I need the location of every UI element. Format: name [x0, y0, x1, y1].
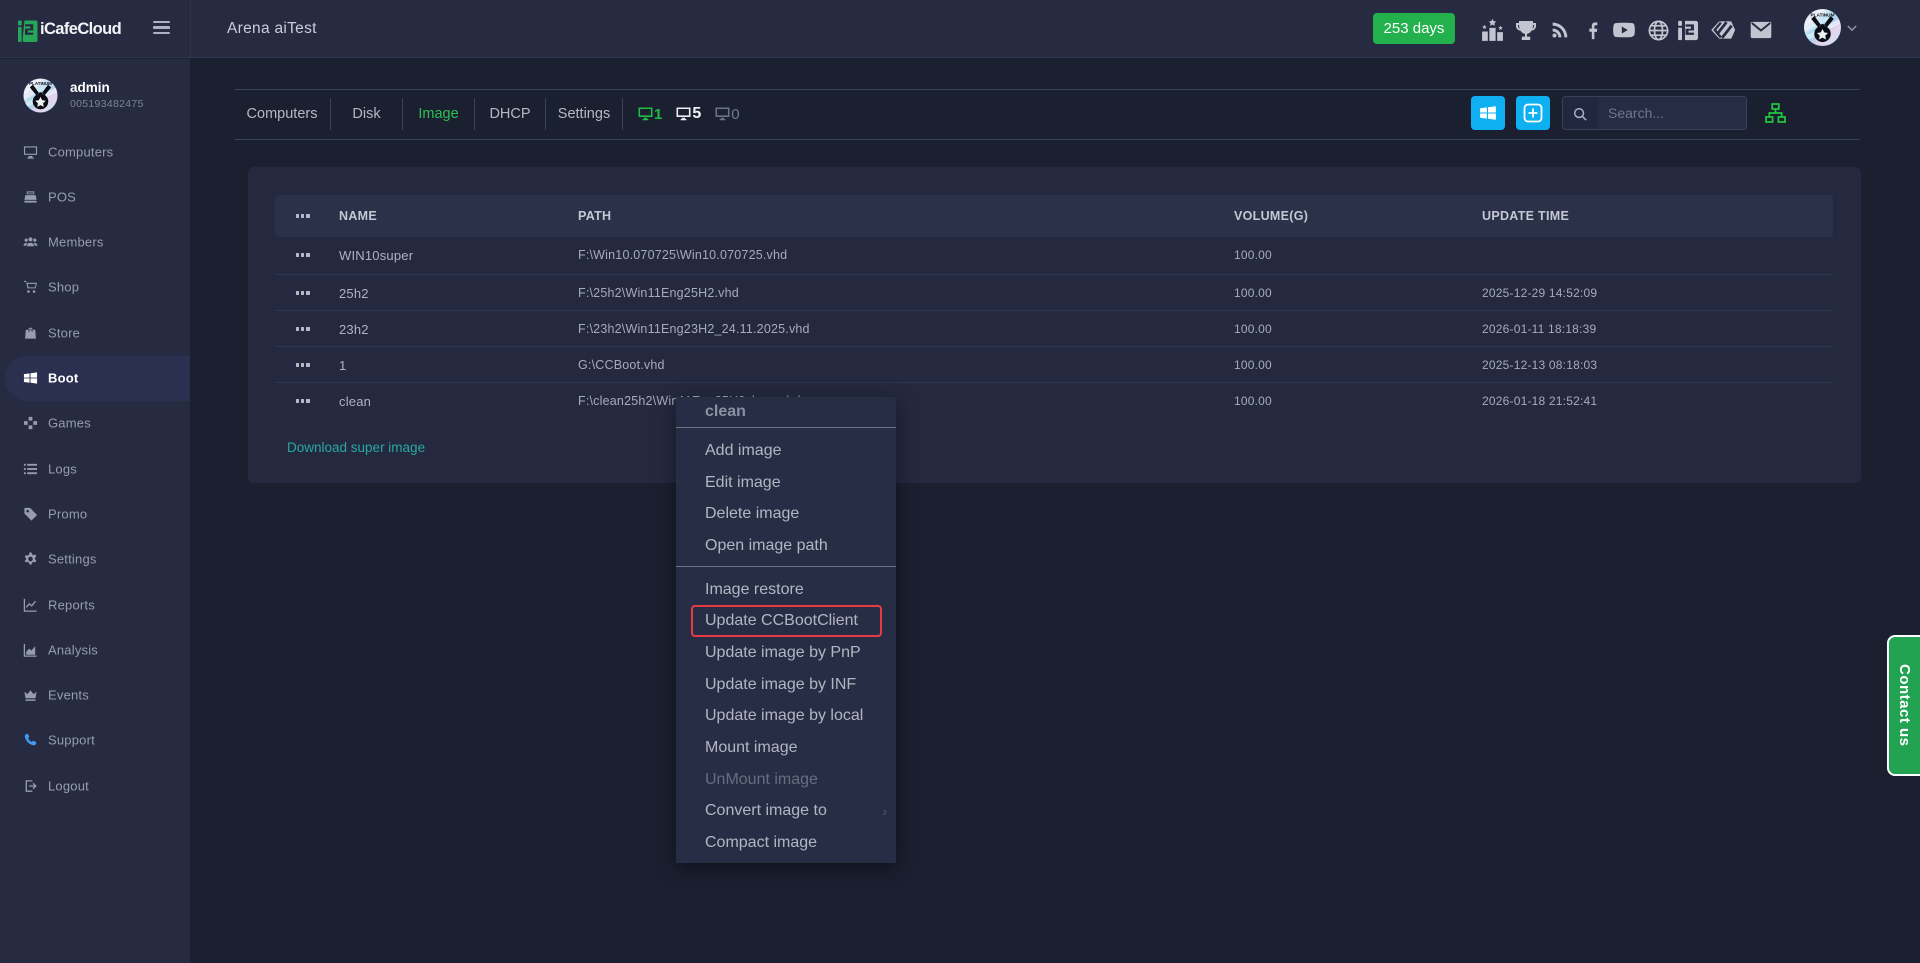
svg-text:PLATINUM: PLATINUM	[1810, 13, 1834, 19]
svg-text:PLATINUM: PLATINUM	[29, 81, 52, 86]
